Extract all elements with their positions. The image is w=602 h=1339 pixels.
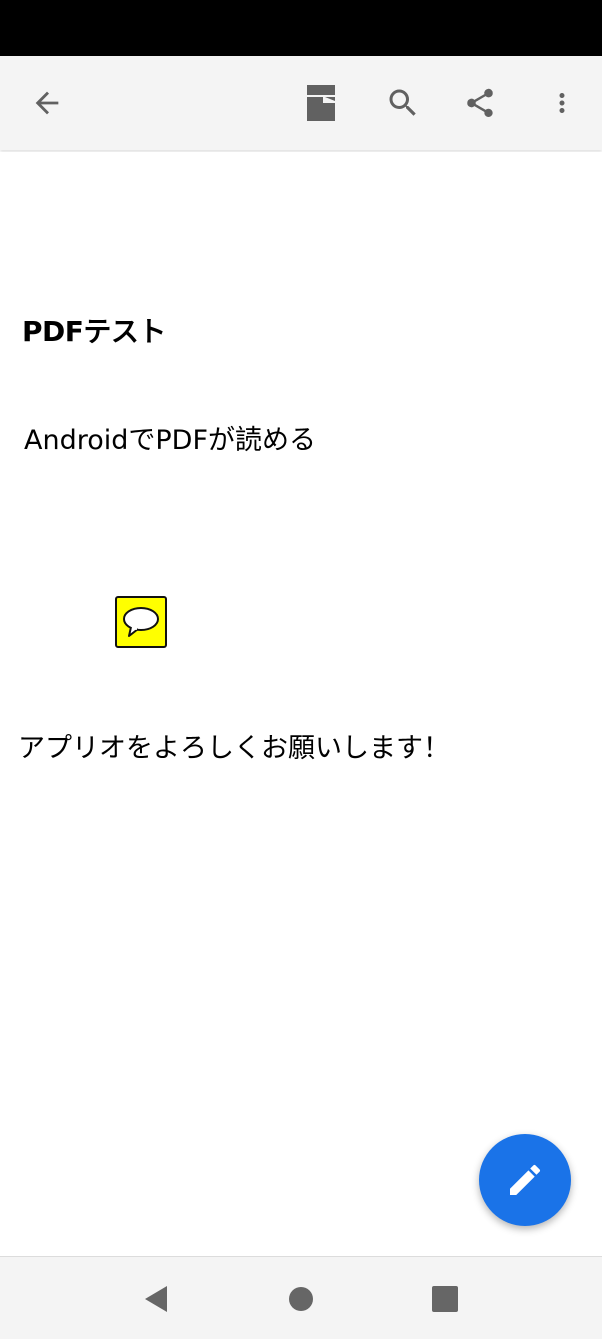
edit-fab-button[interactable] [479, 1134, 571, 1226]
pdf-page[interactable]: PDFテスト AndroidでPDFが読める アプリオをよろしくお願いします！ [0, 152, 602, 1254]
search-icon [389, 89, 416, 116]
document-title: PDFテスト [22, 315, 166, 348]
more-options-button[interactable] [535, 76, 589, 130]
document-text-line: AndroidでPDFが読める [24, 425, 316, 456]
back-button[interactable] [20, 76, 74, 130]
home-circle-icon [289, 1287, 313, 1311]
system-recents-button[interactable] [423, 1277, 467, 1321]
comment-annotation[interactable] [115, 596, 167, 648]
system-back-button[interactable] [134, 1277, 178, 1321]
pencil-icon [510, 1164, 541, 1195]
annotation-icon [307, 85, 335, 121]
more-vert-icon [559, 93, 565, 113]
top-app-bar [0, 56, 602, 150]
share-button[interactable] [453, 76, 507, 130]
document-text-line: アプリオをよろしくお願いします！ [18, 733, 450, 764]
system-navigation-bar [0, 1256, 602, 1339]
system-home-button[interactable] [279, 1277, 323, 1321]
back-arrow-icon [35, 91, 59, 115]
speech-bubble-icon [123, 607, 159, 637]
annotation-mode-button[interactable] [294, 76, 348, 130]
search-button[interactable] [376, 76, 430, 130]
recents-square-icon [432, 1286, 458, 1312]
share-icon [467, 88, 493, 118]
back-triangle-icon [145, 1286, 167, 1312]
status-bar [0, 0, 602, 56]
